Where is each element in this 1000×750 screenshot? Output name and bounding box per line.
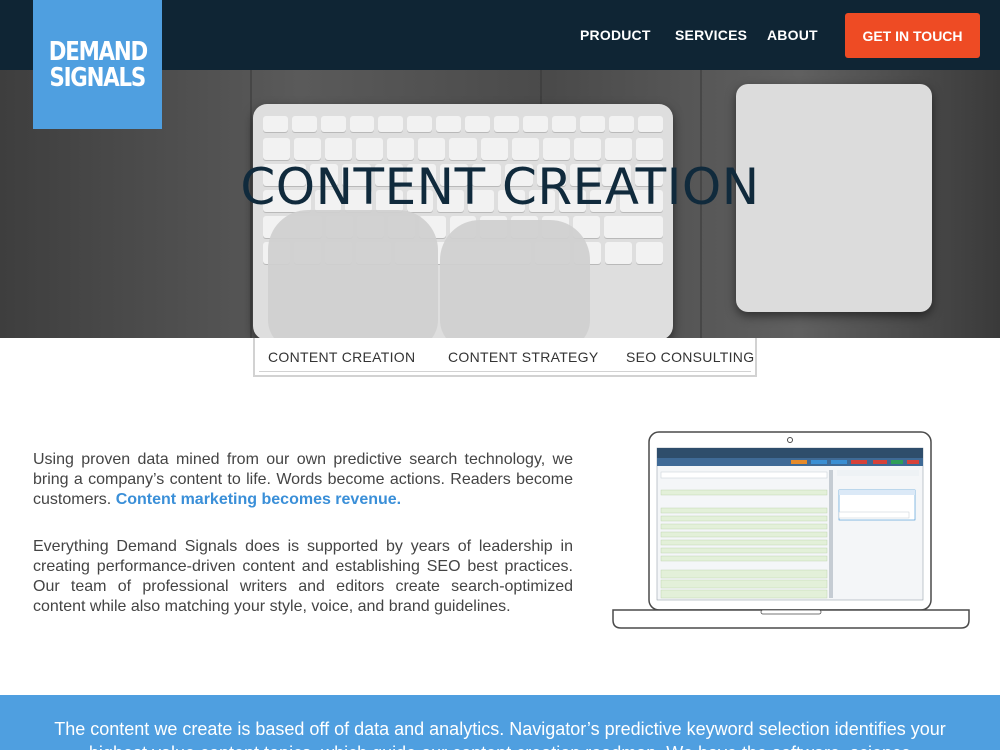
get-in-touch-button[interactable]: GET IN TOUCH xyxy=(845,13,980,58)
nav-about-wrap: ABOUT xyxy=(767,0,818,70)
tab-content-strategy[interactable]: CONTENT STRATEGY xyxy=(448,349,599,365)
laptop-screenshot-illustration xyxy=(612,431,970,629)
logo-line-2: SIGNALS xyxy=(49,62,147,93)
nav-services-wrap: SERVICES xyxy=(675,0,747,70)
nav-link-product[interactable]: PRODUCT xyxy=(580,27,651,43)
left-hand-photo xyxy=(268,210,438,338)
page-title: CONTENT CREATION xyxy=(240,158,760,216)
nav-link-services[interactable]: SERVICES xyxy=(675,27,747,43)
demand-signals-logo[interactable]: DEMAND SIGNALS xyxy=(33,0,162,129)
right-hand-photo xyxy=(440,220,590,338)
nav-product-wrap: PRODUCT xyxy=(580,0,651,70)
intro-highlight: Content marketing becomes revenue. xyxy=(115,491,402,508)
logo-line-1: DEMAND xyxy=(48,36,147,67)
key-row xyxy=(263,138,664,160)
key-row xyxy=(263,116,664,132)
leadership-paragraph: Everything Demand Signals does is suppor… xyxy=(33,538,573,615)
nav-link-about[interactable]: ABOUT xyxy=(767,27,818,43)
service-subnav: CONTENT CREATION CONTENT STRATEGY SEO CO… xyxy=(253,338,757,377)
tab-content-creation[interactable]: CONTENT CREATION xyxy=(268,349,415,365)
tab-seo-consulting[interactable]: SEO CONSULTING xyxy=(626,349,754,365)
analytics-band: The content we create is based off of da… xyxy=(0,695,1000,750)
analytics-band-text: The content we create is based off of da… xyxy=(54,719,946,750)
intro-paragraph: Using proven data mined from our own pre… xyxy=(33,450,573,510)
